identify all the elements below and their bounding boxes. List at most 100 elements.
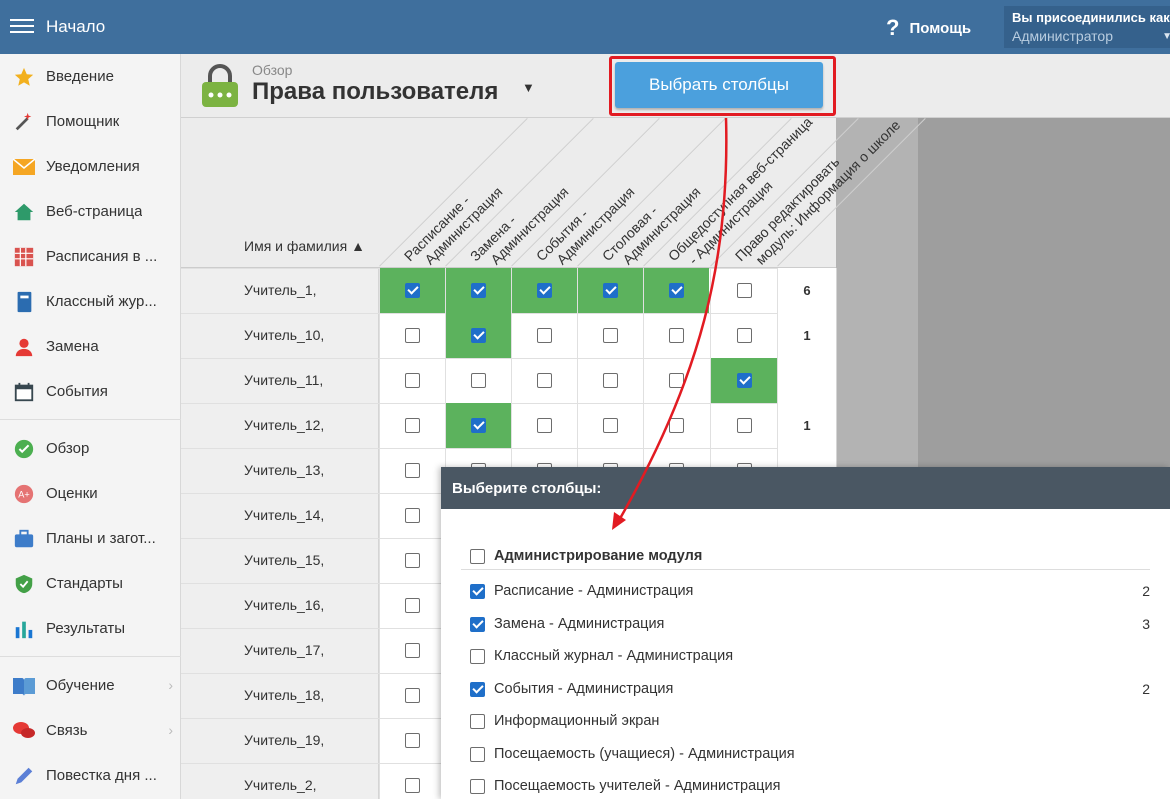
sidebar-item[interactable]: Планы и загот...	[0, 516, 181, 561]
top-bar: Начало ? Помощь Вы присоединились как Ад…	[0, 0, 1170, 54]
page-title[interactable]: Права пользователя	[252, 78, 498, 106]
caret-down-icon[interactable]: ▼	[522, 80, 535, 95]
sidebar-item[interactable]: Веб-страница	[0, 189, 181, 234]
chevron-down-icon: ▼	[1162, 31, 1170, 42]
sidebar-item-label: События	[46, 383, 108, 400]
permission-checkbox[interactable]	[471, 373, 486, 388]
column-option-checkbox[interactable]	[470, 713, 485, 729]
sidebar-item[interactable]: Классный жур...	[0, 279, 181, 324]
column-option[interactable]: Информационный экран	[470, 707, 1150, 735]
permission-checkbox[interactable]	[405, 373, 420, 388]
sidebar-item-label: Веб-страница	[46, 203, 143, 220]
permission-checkbox[interactable]	[405, 508, 420, 523]
permission-checkbox[interactable]	[471, 283, 486, 298]
table-cell	[445, 358, 511, 403]
permission-checkbox[interactable]	[405, 643, 420, 658]
permission-checkbox[interactable]	[405, 418, 420, 433]
permission-checkbox[interactable]	[603, 373, 618, 388]
sidebar-item[interactable]: Стандарты	[0, 561, 181, 606]
column-option-count: 2	[1142, 583, 1150, 599]
sidebar-item[interactable]: Обучение ›	[0, 663, 181, 708]
permission-checkbox[interactable]	[471, 418, 486, 433]
column-option-label: Посещаемость учителей - Администрация	[494, 778, 781, 794]
column-option-count: 2	[1142, 681, 1150, 697]
sidebar-item[interactable]: Обзор	[0, 426, 181, 471]
group-checkbox[interactable]	[470, 548, 485, 564]
column-option[interactable]: Классный журнал - Администрация	[470, 642, 1150, 670]
sidebar-item-label: Обучение	[46, 677, 115, 694]
column-option[interactable]: События - Администрация 2	[470, 675, 1150, 703]
permission-checkbox[interactable]	[405, 328, 420, 343]
permission-checkbox[interactable]	[537, 283, 552, 298]
sidebar-item[interactable]: Помощник	[0, 99, 181, 144]
permission-checkbox[interactable]	[736, 373, 752, 388]
permission-checkbox[interactable]	[669, 283, 684, 298]
permission-checkbox[interactable]	[669, 373, 684, 388]
home-link[interactable]: Начало	[46, 17, 105, 37]
table-cell	[710, 358, 777, 403]
name-column-header[interactable]: Имя и фамилия ▲	[244, 238, 365, 254]
permission-checkbox[interactable]	[537, 418, 552, 433]
column-option-checkbox[interactable]	[470, 778, 485, 794]
permission-checkbox[interactable]	[537, 328, 552, 343]
chevron-right-icon: ›	[168, 677, 173, 693]
permission-checkbox[interactable]	[603, 283, 618, 298]
sidebar-item[interactable]: A+ Оценки	[0, 471, 181, 516]
table-cell	[511, 268, 577, 313]
column-option-label: Замена - Администрация	[494, 616, 665, 632]
sidebar-item[interactable]: Расписания в ...	[0, 234, 181, 279]
permission-checkbox[interactable]	[537, 373, 552, 388]
permission-checkbox[interactable]	[669, 328, 684, 343]
group-row[interactable]: Администрирование модуля	[470, 542, 1150, 570]
column-option-checkbox[interactable]	[470, 681, 485, 697]
table-cell	[511, 403, 577, 448]
permission-checkbox[interactable]	[405, 778, 420, 793]
column-option-checkbox[interactable]	[470, 616, 485, 632]
permission-checkbox[interactable]	[603, 328, 618, 343]
table-cell	[710, 403, 777, 448]
permission-checkbox[interactable]	[405, 733, 420, 748]
permission-checkbox[interactable]	[736, 283, 752, 298]
table-cell	[445, 403, 511, 448]
sidebar-item-label: Результаты	[46, 620, 125, 637]
permission-checkbox[interactable]	[405, 553, 420, 568]
permission-checkbox[interactable]	[669, 418, 684, 433]
permission-checkbox[interactable]	[405, 283, 420, 298]
sidebar-item[interactable]: Результаты	[0, 606, 181, 651]
column-option-checkbox[interactable]	[470, 648, 485, 664]
permission-checkbox[interactable]	[405, 463, 420, 478]
table-cell	[379, 313, 445, 358]
star-icon	[12, 65, 36, 89]
hamburger-menu-icon[interactable]	[10, 15, 34, 37]
sidebar-item[interactable]: События	[0, 369, 181, 414]
permission-checkbox[interactable]	[405, 688, 420, 703]
table-cell	[643, 358, 709, 403]
permission-checkbox[interactable]	[736, 328, 752, 343]
sidebar-item[interactable]: Повестка дня ...	[0, 753, 181, 798]
chevron-right-icon: ›	[168, 722, 173, 738]
sidebar-item-label: Помощник	[46, 113, 120, 130]
column-option-checkbox[interactable]	[470, 746, 485, 762]
permission-checkbox[interactable]	[736, 418, 752, 433]
sidebar-item[interactable]: Введение	[0, 54, 181, 99]
svg-text:A+: A+	[18, 489, 29, 499]
column-option[interactable]: Расписание - Администрация 2	[470, 577, 1150, 605]
choose-columns-button[interactable]: Выбрать столбцы	[615, 62, 823, 108]
column-option[interactable]: Посещаемость учителей - Администрация	[470, 772, 1150, 799]
sidebar-item[interactable]: Связь ›	[0, 708, 181, 753]
help-button[interactable]: ? Помощь	[886, 15, 971, 41]
permission-checkbox[interactable]	[405, 598, 420, 613]
sidebar-item[interactable]: Замена	[0, 324, 181, 369]
column-option-checkbox[interactable]	[470, 583, 485, 599]
question-mark-icon: ?	[886, 15, 900, 40]
column-option[interactable]: Посещаемость (учащиеся) - Администрация	[470, 740, 1150, 768]
table-cell	[643, 403, 709, 448]
user-menu[interactable]: Вы присоединились как Администратор ▼	[1004, 6, 1170, 48]
table-cell	[445, 313, 511, 358]
permission-checkbox[interactable]	[603, 418, 618, 433]
column-option[interactable]: Замена - Администрация 3	[470, 610, 1150, 638]
table-cell	[511, 358, 577, 403]
grade-icon: A+	[12, 482, 36, 506]
sidebar-item[interactable]: Уведомления	[0, 144, 181, 189]
permission-checkbox[interactable]	[471, 328, 486, 343]
